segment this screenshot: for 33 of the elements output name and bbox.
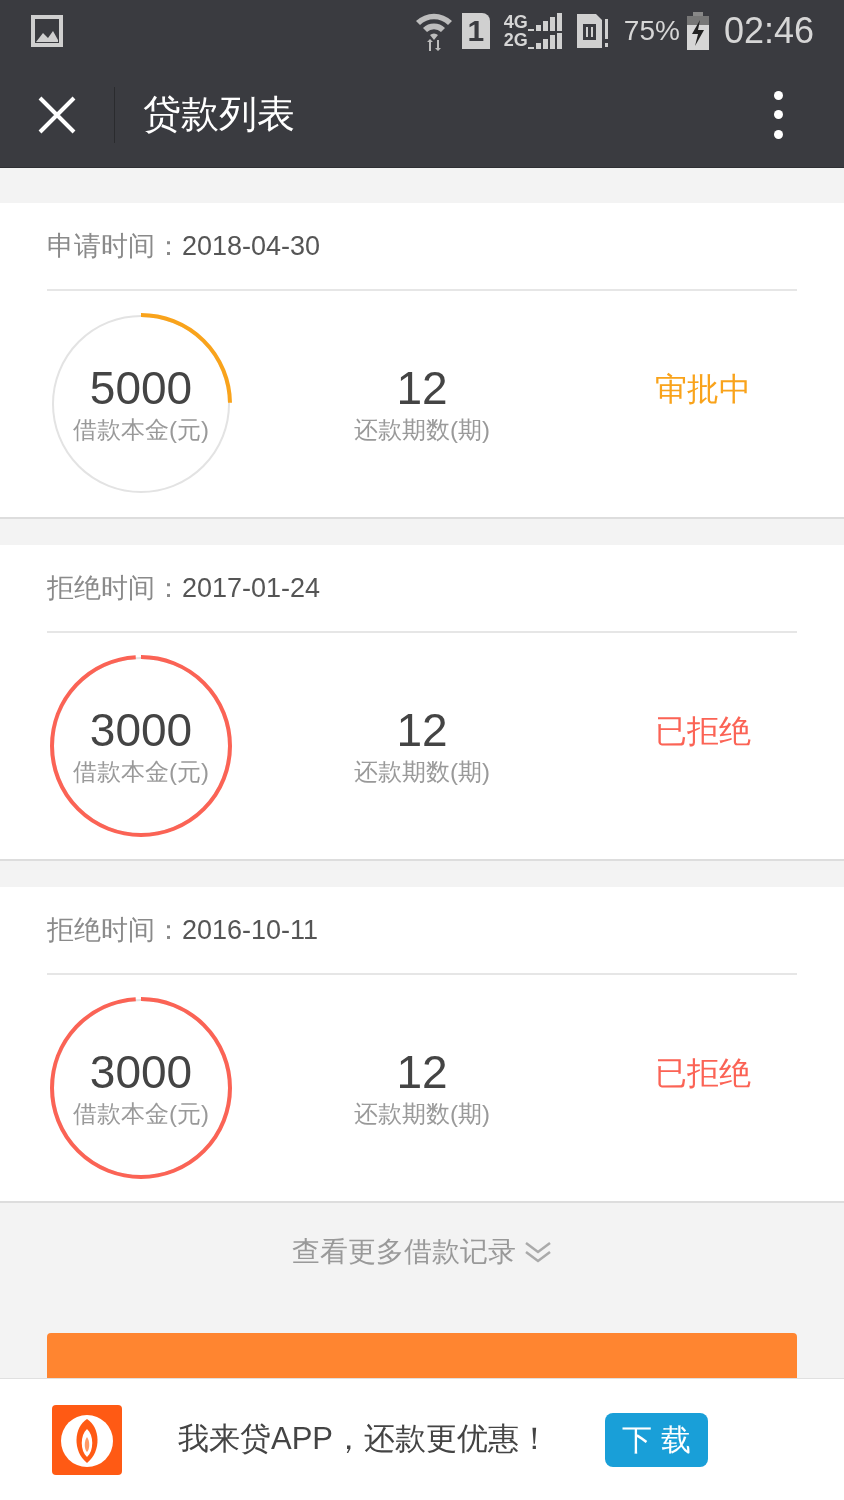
banner-text: 我来贷APP，还款更优惠！: [178, 1420, 551, 1459]
repayment-periods: 12: [396, 1046, 448, 1098]
page-title: 贷款列表: [143, 92, 295, 137]
network-label: 4G: [503, 13, 528, 31]
date: 2016-10-11: [182, 913, 319, 947]
date: 2018-04-30: [182, 229, 321, 263]
periods-label: 还款期数(期): [354, 1099, 490, 1129]
date-label: 拒绝时间：: [47, 571, 182, 605]
periods-label: 还款期数(期): [354, 757, 490, 787]
network-label: 2G: [503, 31, 528, 49]
battery-percentage: 75%: [623, 14, 680, 48]
periods-label: 还款期数(期): [354, 415, 490, 445]
repayment-periods: 12: [396, 362, 448, 414]
loan-amount: 5000: [89, 362, 193, 414]
sim-card-icon: [575, 13, 610, 49]
repayment-periods: 12: [396, 704, 448, 756]
loan-status: 已拒绝: [654, 1054, 752, 1093]
download-button[interactable]: 下 载: [605, 1412, 709, 1467]
date-label: 拒绝时间：: [47, 913, 182, 947]
close-icon: [37, 94, 77, 135]
amount-label: 借款本金(元): [73, 415, 209, 445]
loan-status: 审批中: [654, 370, 752, 409]
loan-status: 已拒绝: [654, 712, 752, 751]
double-chevron-down-icon: [524, 1240, 552, 1264]
clock: 02:46: [723, 9, 814, 53]
more-records-link[interactable]: 查看更多借款记录: [292, 1231, 552, 1273]
date-label: 申请时间：: [47, 229, 182, 263]
app-logo-icon: [52, 1404, 122, 1475]
signal-icon: [527, 11, 564, 51]
date: 2017-01-24: [182, 571, 321, 605]
image-icon: [30, 14, 64, 48]
sim-card-icon: 1: [461, 13, 490, 49]
battery-charging-icon: [685, 12, 710, 50]
